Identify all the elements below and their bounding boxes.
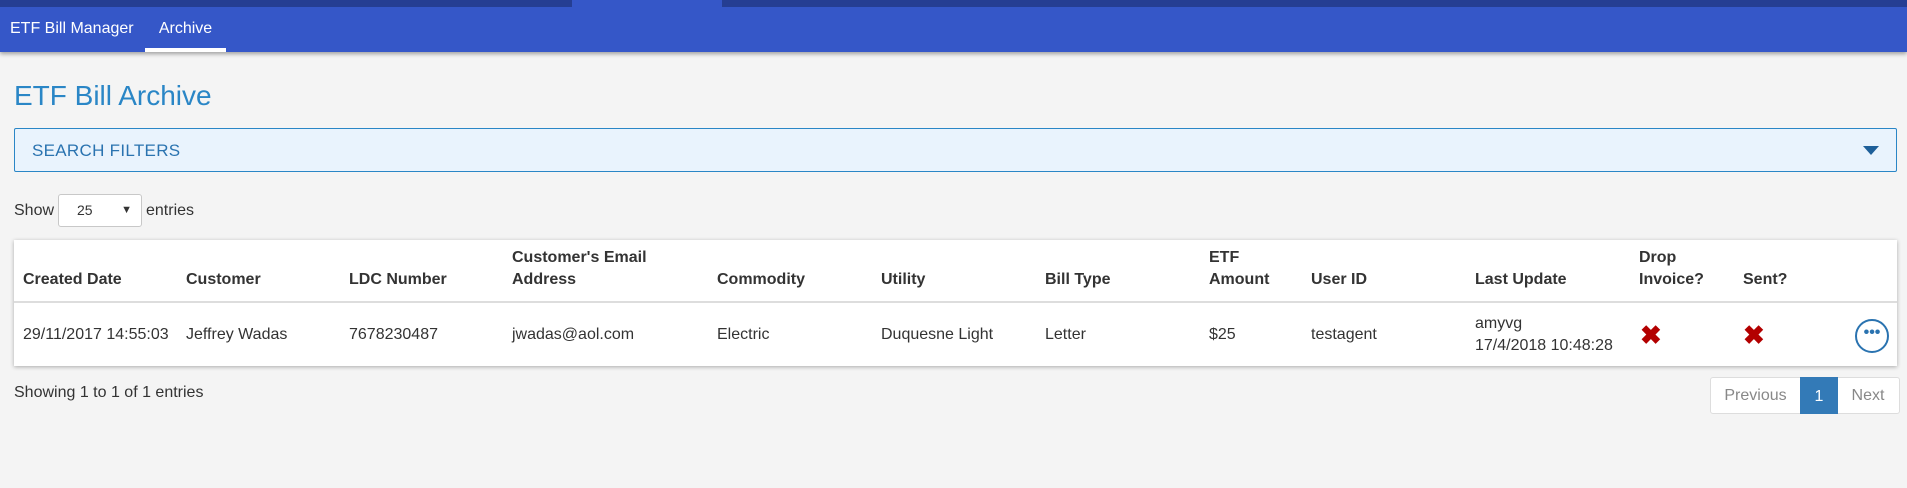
column-header-commodity[interactable]: Commodity	[717, 269, 805, 291]
table-row: 29/11/2017 14:55:03 Jeffrey Wadas 767823…	[14, 303, 1897, 366]
top-nav-bar: ETF Bill Manager Archive	[0, 0, 1907, 52]
cell-commodity: Electric	[717, 325, 770, 343]
archive-table: Created Date Customer LDC Number Custome…	[14, 240, 1897, 366]
column-header-bill-type[interactable]: Bill Type	[1045, 269, 1111, 291]
column-header-last-update[interactable]: Last Update	[1475, 269, 1567, 291]
show-label: Show	[14, 202, 55, 219]
column-header-drop-invoice[interactable]: Drop Invoice?	[1639, 247, 1704, 291]
search-filters-toggle[interactable]: SEARCH FILTERS	[14, 128, 1897, 172]
column-header-customer[interactable]: Customer	[186, 269, 261, 291]
page-length-value: 25	[77, 202, 93, 218]
page-title: ETF Bill Archive	[14, 80, 212, 111]
nav-tab-archive[interactable]: Archive	[145, 7, 226, 52]
caret-down-icon	[1863, 146, 1879, 155]
select-arrow-icon: ▼	[121, 204, 132, 216]
last-update-user: amyvg	[1475, 314, 1523, 332]
entries-label: entries	[146, 202, 195, 219]
cell-sent: ✖	[1743, 303, 1765, 366]
cell-utility: Duquesne Light	[881, 325, 994, 343]
top-nav-strip	[0, 0, 1907, 7]
row-actions-button[interactable]: •••	[1855, 319, 1889, 353]
x-mark-icon: ✖	[1743, 319, 1765, 350]
nav-tab-archive-label: Archive	[158, 20, 213, 37]
ellipsis-icon: •••	[1863, 324, 1881, 341]
table-header-row: Created Date Customer LDC Number Custome…	[14, 240, 1897, 303]
x-mark-icon: ✖	[1640, 319, 1662, 350]
table-info: Showing 1 to 1 of 1 entries	[14, 384, 204, 401]
last-update-time: 17/4/2018 10:48:28	[1475, 336, 1613, 354]
pagination: Previous 1 Next	[1710, 377, 1900, 414]
column-header-ldc-number[interactable]: LDC Number	[349, 269, 447, 291]
search-filters-label: SEARCH FILTERS	[32, 141, 181, 160]
active-tab-underline	[145, 48, 226, 52]
pagination-next[interactable]: Next	[1838, 377, 1898, 414]
column-header-email[interactable]: Customer's Email Address	[512, 247, 647, 291]
cell-last-update: amyvg 17/4/2018 10:48:28	[1475, 303, 1613, 366]
column-header-sent[interactable]: Sent?	[1743, 269, 1787, 291]
cell-user-id: testagent	[1311, 325, 1377, 343]
column-header-user-id[interactable]: User ID	[1311, 269, 1367, 291]
column-header-utility[interactable]: Utility	[881, 269, 925, 291]
cell-etf-amount: $25	[1209, 325, 1236, 343]
pagination-page-1[interactable]: 1	[1800, 377, 1838, 414]
column-header-etf-amount[interactable]: ETF Amount	[1209, 247, 1269, 291]
cell-bill-type: Letter	[1045, 325, 1086, 343]
active-strip-segment	[572, 0, 722, 7]
cell-drop-invoice: ✖	[1640, 303, 1662, 366]
cell-created-date: 29/11/2017 14:55:03	[23, 325, 169, 343]
cell-customer: Jeffrey Wadas	[186, 325, 288, 343]
pagination-previous[interactable]: Previous	[1711, 377, 1800, 414]
cell-email: jwadas@aol.com	[512, 325, 635, 343]
column-header-created-date[interactable]: Created Date	[23, 269, 122, 291]
cell-ldc-number: 7678230487	[349, 325, 438, 343]
nav-brand-link[interactable]: ETF Bill Manager	[10, 7, 134, 52]
page-length-select[interactable]: 25 ▼	[58, 194, 142, 227]
